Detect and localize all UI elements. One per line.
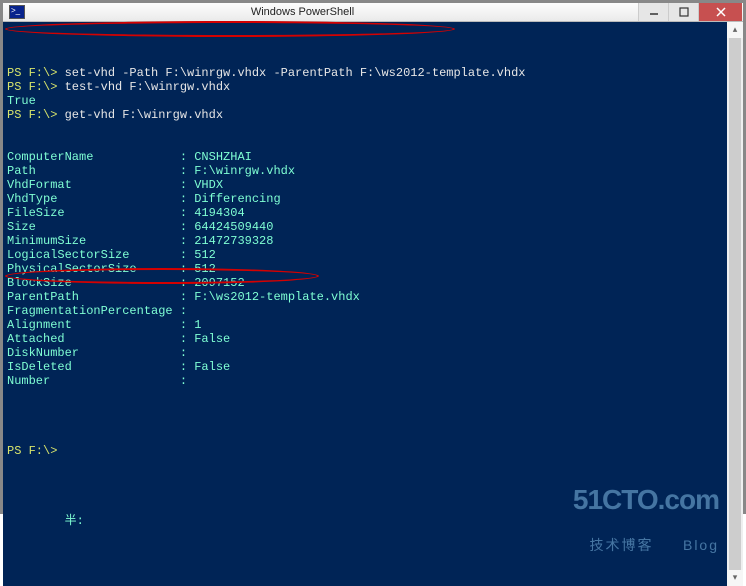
prompt: PS F:\> <box>7 66 65 80</box>
command-set-vhd: set-vhd -Path F:\winrgw.vhdx -ParentPath… <box>65 66 526 80</box>
watermark: 51CTO.com 技术博客 Blog <box>573 462 719 576</box>
vhd-row: VhdFormat : VHDX <box>7 178 223 192</box>
highlight-annotation-1 <box>5 21 455 37</box>
command-test-vhd: test-vhd F:\winrgw.vhdx <box>65 80 231 94</box>
vertical-scrollbar[interactable]: ▴ ▾ <box>727 22 743 586</box>
vhd-row: Attached : False <box>7 332 230 346</box>
output-true: True <box>7 94 36 108</box>
minimize-button[interactable] <box>638 3 668 21</box>
vhd-row: DiskNumber : <box>7 346 194 360</box>
titlebar[interactable]: Windows PowerShell <box>3 3 743 22</box>
vhd-row: BlockSize : 2097152 <box>7 276 245 290</box>
output-blank <box>7 122 14 136</box>
close-button[interactable] <box>698 3 742 21</box>
watermark-line1: 51CTO.com <box>573 486 719 514</box>
output-blank <box>7 136 14 150</box>
window-controls <box>638 3 742 21</box>
vhd-row: Path : F:\winrgw.vhdx <box>7 164 295 178</box>
vhd-row: FragmentationPercentage : <box>7 304 194 318</box>
vhd-row: ParentPath : F:\ws2012-template.vhdx <box>7 290 360 304</box>
watermark-line2: 技术博客 Blog <box>573 538 719 552</box>
final-prompt: PS F:\> <box>7 444 65 458</box>
powershell-icon <box>7 4 27 20</box>
vhd-row: PhysicalSectorSize : 512 <box>7 262 216 276</box>
vhd-row: MinimumSize : 21472739328 <box>7 234 273 248</box>
powershell-window: Windows PowerShell PS F:\> set-vhd -Path… <box>0 0 746 514</box>
scroll-down-button[interactable]: ▾ <box>727 570 743 586</box>
vhd-row: FileSize : 4194304 <box>7 206 245 220</box>
vhd-row: Alignment : 1 <box>7 318 201 332</box>
console-area[interactable]: PS F:\> set-vhd -Path F:\winrgw.vhdx -Pa… <box>3 22 743 586</box>
vhd-row: ComputerName : CNSHZHAI <box>7 150 252 164</box>
maximize-button[interactable] <box>668 3 698 21</box>
output-blank <box>7 430 14 444</box>
command-get-vhd: get-vhd F:\winrgw.vhdx <box>65 108 223 122</box>
vhd-row: LogicalSectorSize : 512 <box>7 248 216 262</box>
window-title: Windows PowerShell <box>0 6 638 18</box>
output-blank <box>7 402 14 416</box>
scroll-up-button[interactable]: ▴ <box>727 22 743 38</box>
scroll-thumb[interactable] <box>729 38 741 570</box>
output-blank <box>7 416 14 430</box>
vhd-row: Size : 64424509440 <box>7 220 273 234</box>
cursor-line: 半: <box>7 514 84 528</box>
vhd-row: VhdType : Differencing <box>7 192 281 206</box>
vhd-row: IsDeleted : False <box>7 360 230 374</box>
vhd-row: Number : <box>7 374 194 388</box>
prompt: PS F:\> <box>7 80 65 94</box>
prompt: PS F:\> <box>7 108 65 122</box>
